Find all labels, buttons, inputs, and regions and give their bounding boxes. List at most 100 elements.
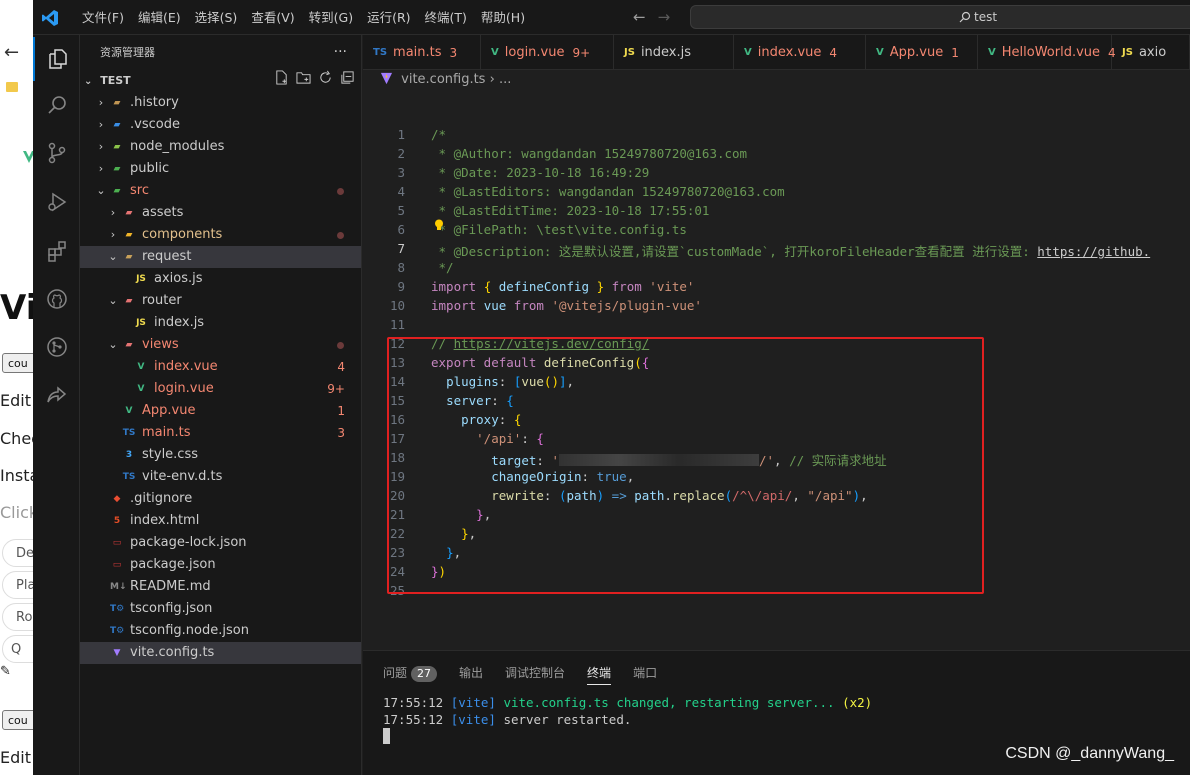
collapse-all-icon[interactable] — [340, 70, 355, 85]
count-button-2[interactable]: cou — [2, 710, 33, 730]
source-control-icon[interactable] — [33, 131, 80, 175]
tab-problems[interactable]: 问题 27 — [383, 663, 438, 685]
tree-item[interactable]: › ▰ components — [80, 224, 361, 246]
tree-item[interactable]: JS index.js — [80, 312, 361, 334]
extensions-icon[interactable] — [33, 229, 80, 273]
tree-item[interactable]: ▭ package-lock.json — [80, 532, 361, 554]
menu-selection[interactable]: 选择(S) — [188, 0, 245, 35]
tab-debug-console[interactable]: 调试控制台 — [505, 663, 565, 685]
tree-item[interactable]: 3 style.css — [80, 444, 361, 466]
tree-item-label: README.md — [130, 579, 211, 594]
search-view-icon[interactable] — [33, 83, 80, 127]
tree-item[interactable]: ⌄ ▰ router — [80, 290, 361, 312]
edit-icon[interactable]: ✎ — [0, 664, 11, 679]
bookmark-folder-icon[interactable] — [6, 82, 18, 92]
tree-item[interactable]: ◆ .gitignore — [80, 488, 361, 510]
new-folder-icon[interactable] — [296, 70, 311, 85]
editor-tab[interactable]: V HelloWorld.vue 4 — [978, 35, 1116, 69]
editor-tab[interactable]: V App.vue 1 — [866, 35, 978, 69]
command-center-search[interactable]: test — [690, 5, 1190, 29]
chevron-right-icon[interactable]: › — [108, 202, 118, 224]
menu-terminal[interactable]: 终端(T) — [418, 0, 474, 35]
chevron-down-icon[interactable]: ⌄ — [108, 290, 118, 312]
tab-output[interactable]: 输出 — [459, 663, 483, 685]
new-file-icon[interactable] — [274, 70, 289, 85]
tree-item[interactable]: ⌄ ▰ views — [80, 334, 361, 356]
file-type-icon: JS — [136, 318, 146, 328]
tree-item[interactable]: JS axios.js — [80, 268, 361, 290]
line-number: 15 — [389, 393, 405, 408]
count-button[interactable]: cou — [2, 353, 33, 373]
tree-item[interactable]: T⚙ tsconfig.json — [80, 598, 361, 620]
tree-item[interactable]: V App.vue 1 — [80, 400, 361, 422]
page-pill-1[interactable]: De — [2, 539, 33, 567]
github-icon[interactable] — [33, 277, 80, 321]
refresh-icon[interactable] — [318, 70, 333, 85]
tree-item-label: vite.config.ts — [130, 645, 215, 660]
page-pill-3[interactable]: Ro — [2, 603, 33, 631]
live-share-icon[interactable] — [33, 373, 80, 417]
file-type-icon: ▰ — [125, 252, 133, 262]
line-number: 23 — [389, 545, 405, 560]
run-debug-icon[interactable] — [33, 180, 80, 224]
tree-item[interactable]: ⌄ ▰ src — [80, 180, 361, 202]
lightbulb-icon[interactable] — [434, 219, 444, 231]
workspace-root[interactable]: ⌄ TEST — [80, 70, 361, 92]
chevron-down-icon[interactable]: ⌄ — [108, 334, 118, 356]
chevron-right-icon[interactable]: › — [96, 92, 106, 114]
code-line: * @FilePath: \test\vite.config.ts — [431, 222, 687, 237]
tree-item[interactable]: › ▰ assets — [80, 202, 361, 224]
explorer-icon[interactable] — [33, 37, 80, 81]
code-line: * @Author: wangdandan 15249780720@163.co… — [431, 146, 748, 161]
tree-item[interactable]: ▼ vite.config.ts — [80, 642, 361, 664]
chevron-down-icon[interactable]: ⌄ — [96, 180, 106, 202]
modified-dot — [337, 342, 344, 349]
tree-item[interactable]: › ▰ public — [80, 158, 361, 180]
code-link[interactable]: https://github. — [1037, 244, 1150, 259]
tab-ports[interactable]: 端口 — [633, 663, 657, 685]
nav-forward-icon[interactable]: → — [658, 8, 671, 26]
tree-item[interactable]: TS vite-env.d.ts — [80, 466, 361, 488]
tree-item[interactable]: M↓ README.md — [80, 576, 361, 598]
browser-back-icon[interactable]: ← — [4, 42, 19, 63]
menu-view[interactable]: 查看(V) — [244, 0, 301, 35]
menu-run[interactable]: 运行(R) — [360, 0, 417, 35]
code-link[interactable]: https://vitejs.dev/config/ — [454, 336, 650, 351]
menu-edit[interactable]: 编辑(E) — [131, 0, 188, 35]
editor-tab[interactable]: TS main.ts 3 — [363, 35, 481, 69]
chevron-right-icon[interactable]: › — [96, 136, 106, 158]
chevron-right-icon[interactable]: › — [96, 158, 106, 180]
tree-item[interactable]: › ▰ node_modules — [80, 136, 361, 158]
chevron-right-icon[interactable]: › — [108, 224, 118, 246]
editor-tab[interactable]: Vlogin.vue 9+ — [481, 35, 614, 69]
more-actions-icon[interactable]: ··· — [334, 35, 347, 70]
tree-item[interactable]: Vindex.vue 4 — [80, 356, 361, 378]
breadcrumb-more[interactable]: ... — [499, 72, 511, 87]
tree-item[interactable]: › ▰ .history — [80, 92, 361, 114]
page-pill-2[interactable]: Pla — [2, 571, 33, 599]
editor-tab[interactable]: Vindex.vue 4 — [734, 35, 866, 69]
tree-item[interactable]: › ▰ .vscode — [80, 114, 361, 136]
code-editor[interactable]: 1 2 3 4 5 6 7 8 9 10 11 12 13 14 15 16 1… — [363, 92, 1190, 650]
menu-file[interactable]: 文件(F) — [75, 0, 131, 35]
search-text: test — [974, 10, 998, 24]
tree-item[interactable]: TS main.ts 3 — [80, 422, 361, 444]
editor-tab[interactable]: JS axio — [1112, 35, 1190, 69]
tree-item[interactable]: T⚙ tsconfig.node.json — [80, 620, 361, 642]
tree-item-label: login.vue — [154, 381, 214, 396]
tree-item[interactable]: ⌄ ▰ request — [80, 246, 361, 268]
git-graph-icon[interactable] — [33, 325, 80, 369]
editor-tab[interactable]: JS index.js — [614, 35, 734, 69]
nav-back-icon[interactable]: ← — [633, 8, 646, 26]
tree-item[interactable]: Vlogin.vue 9+ — [80, 378, 361, 400]
chevron-down-icon[interactable]: ⌄ — [108, 246, 118, 268]
breadcrumb-file[interactable]: vite.config.ts — [401, 72, 485, 87]
menu-help[interactable]: 帮助(H) — [474, 0, 532, 35]
chevron-right-icon[interactable]: › — [96, 114, 106, 136]
tree-item[interactable]: 5 index.html — [80, 510, 361, 532]
page-search-pill[interactable]: Q — [2, 635, 33, 663]
tab-terminal[interactable]: 终端 — [587, 663, 612, 685]
page-text-click: Click — [0, 503, 33, 522]
tree-item[interactable]: ▭ package.json — [80, 554, 361, 576]
menu-go[interactable]: 转到(G) — [302, 0, 360, 35]
